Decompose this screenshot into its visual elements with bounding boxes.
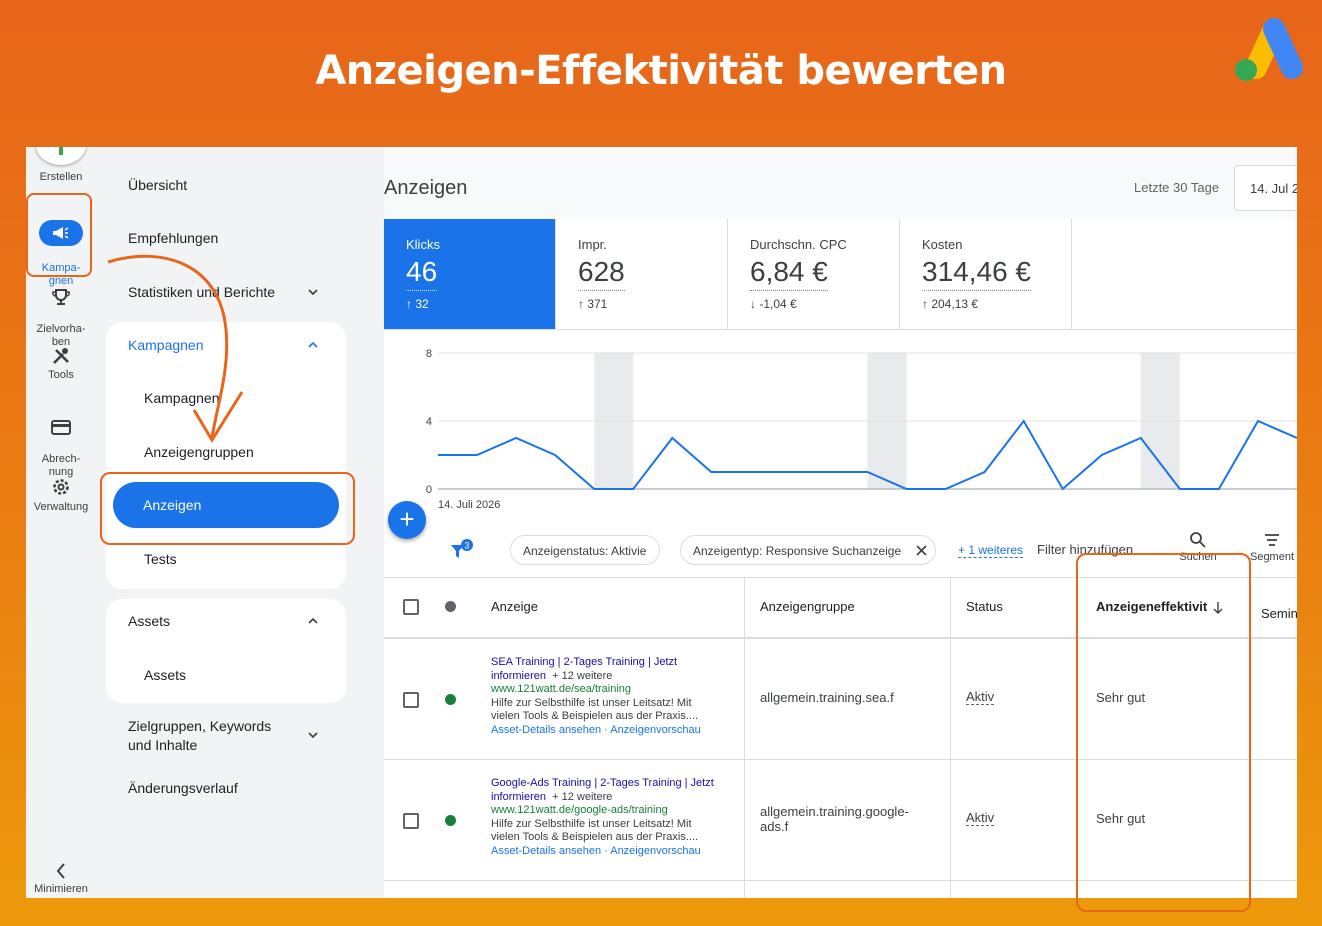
page-title: Anzeigen	[384, 177, 468, 199]
ad-description: Hilfe zur Selbsthilfe ist unser Leitsatz…	[491, 696, 699, 723]
adgroup-link[interactable]: allgemein.training.sea.f	[760, 690, 940, 705]
rail-tools-label: Tools	[48, 369, 74, 381]
nav-tests-item[interactable]: Tests	[144, 551, 177, 567]
date-range-label: Letzte 30 Tage	[1134, 180, 1220, 195]
close-icon[interactable]	[916, 545, 927, 556]
rail-goals-label: Zielvorha- ben	[36, 323, 86, 348]
metric-card-clicks[interactable]: Klicks 46 ↑ 32	[384, 219, 556, 329]
nav-change-history[interactable]: Änderungsverlauf	[128, 780, 238, 796]
highlight-effectiveness-column	[1076, 553, 1251, 912]
metric-value: 6,84 €	[750, 256, 828, 291]
rail-billing-label: Abrech- nung	[41, 453, 81, 478]
header-status[interactable]: Status	[966, 599, 1003, 614]
nav-overview[interactable]: Übersicht	[128, 177, 187, 193]
metric-delta: ↑ 371	[578, 297, 608, 311]
ad-more-headlines: + 12 weitere	[552, 669, 613, 682]
headline: Anzeigen-Effektivität bewerten	[315, 48, 1007, 94]
metric-card-costs[interactable]: Kosten 314,46 € ↑ 204,13 €	[900, 219, 1072, 329]
rail-item-admin[interactable]: Verwaltung	[26, 477, 96, 514]
status-cell[interactable]: Aktiv	[966, 810, 995, 826]
trophy-icon	[52, 289, 70, 305]
more-filters-link[interactable]: + 1 weiteres	[958, 543, 1024, 558]
select-all-checkbox[interactable]	[403, 599, 419, 615]
ad-preview: SEA Training | 2-Tages Training | Jetzt …	[491, 656, 721, 738]
metric-value: 46	[406, 256, 438, 291]
y-tick-label: 4	[426, 416, 432, 428]
chevron-down-icon[interactable]	[308, 287, 318, 297]
metric-card-impressions[interactable]: Impr. 628 ↑ 371	[556, 219, 728, 329]
google-ads-logo-icon	[1235, 18, 1303, 81]
create-label: Erstellen	[39, 171, 83, 183]
header-next-column[interactable]: Semin	[1261, 606, 1297, 621]
y-tick-label: 0	[426, 484, 432, 496]
search-icon	[1190, 532, 1206, 548]
status-dot-header	[445, 601, 456, 612]
assets-section-card: Assets Assets	[106, 599, 346, 703]
filter-chip-ad-type-label: Anzeigentyp: Responsive Suchanzeige	[693, 544, 902, 558]
header-ad[interactable]: Anzeige	[491, 599, 538, 614]
ad-links[interactable]: Asset-Details ansehen · Anzeigenvorschau	[491, 724, 701, 736]
tools-icon	[53, 348, 69, 364]
x-axis-start-label: 14. Juli 2026	[438, 499, 500, 511]
metric-card-avg-cpc[interactable]: Durchschn. CPC 6,84 € ↓ -1,04 €	[728, 219, 900, 329]
segment-icon	[1265, 534, 1279, 546]
minimize-button[interactable]: Minimieren	[26, 863, 96, 896]
metric-delta: ↑ 32	[406, 297, 429, 311]
nav-assets-section[interactable]: Assets	[128, 613, 170, 629]
rail-item-tools[interactable]: Tools	[26, 347, 96, 382]
header-adgroup[interactable]: Anzeigengruppe	[760, 599, 855, 614]
row-checkbox[interactable]	[403, 692, 419, 708]
rail-item-billing[interactable]: Abrech- nung	[26, 405, 96, 479]
metric-label: Durchschn. CPC	[750, 237, 847, 252]
metric-value: 314,46 €	[922, 256, 1031, 291]
nav-assets-item[interactable]: Assets	[144, 667, 186, 683]
credit-card-icon	[51, 420, 71, 435]
metric-label: Impr.	[578, 237, 607, 252]
ad-display-url: www.121watt.de/sea/training	[491, 683, 632, 696]
date-range-picker[interactable]: 14. Jul 2	[1234, 165, 1297, 211]
metric-label: Kosten	[922, 237, 963, 252]
metric-label: Klicks	[406, 237, 440, 252]
chevron-up-icon[interactable]	[308, 340, 318, 350]
highlight-campaigns-rail	[26, 193, 92, 277]
filter-chip-ad-type[interactable]: Anzeigentyp: Responsive Suchanzeige	[680, 535, 936, 565]
rail-admin-label: Verwaltung	[33, 501, 89, 513]
metric-value: 628	[578, 256, 625, 291]
status-dot-active	[445, 815, 456, 826]
segment-button[interactable]: Segment	[1242, 531, 1297, 563]
ad-links[interactable]: Asset-Details ansehen · Anzeigenvorschau	[491, 845, 701, 857]
metric-delta: ↓ -1,04 €	[750, 297, 797, 311]
y-tick-label: 8	[426, 348, 432, 360]
chevron-up-icon[interactable]	[308, 616, 318, 626]
ad-display-url: www.121watt.de/google-ads/training	[491, 804, 668, 817]
rail-item-goals[interactable]: Zielvorha- ben	[26, 275, 96, 349]
filter-icon[interactable]: 3	[448, 538, 474, 564]
gear-icon	[53, 479, 69, 495]
metric-delta: ↑ 204,13 €	[922, 297, 979, 311]
status-cell[interactable]: Aktiv	[966, 689, 995, 705]
highlight-ads-nav	[100, 472, 355, 545]
status-text: Aktiv	[966, 689, 995, 705]
chevron-down-icon[interactable]	[308, 730, 318, 740]
segment-label: Segment	[1249, 551, 1295, 563]
status-dot-active	[445, 694, 456, 705]
ad-description: Hilfe zur Selbsthilfe ist unser Leitsatz…	[491, 817, 699, 844]
filter-count-badge: 3	[464, 541, 469, 551]
filter-chip-ad-status[interactable]: Anzeigenstatus: Aktivie	[510, 535, 660, 565]
ad-preview: Google-Ads Training | 2-Tages Training |…	[491, 777, 721, 859]
status-text: Aktiv	[966, 810, 995, 826]
minimize-label: Minimieren	[34, 883, 88, 895]
nav-recommendations[interactable]: Empfehlungen	[128, 230, 218, 246]
ad-more-headlines: + 12 weitere	[552, 790, 613, 803]
chevron-left-icon	[56, 863, 65, 879]
create-button[interactable]	[36, 147, 86, 165]
adgroup-link[interactable]: allgemein.training.google-ads.f	[760, 804, 930, 834]
annotation-arrow-icon	[107, 254, 244, 443]
nav-audiences-keywords[interactable]: Zielgruppen, Keywords und Inhalte	[128, 717, 271, 755]
performance-chart: 0 4 8 14. Juli 2026	[426, 348, 1297, 511]
row-checkbox[interactable]	[403, 813, 419, 829]
metrics-bar: Klicks 46 ↑ 32 Impr. 628 ↑ 371 Durchschn…	[384, 219, 1297, 330]
